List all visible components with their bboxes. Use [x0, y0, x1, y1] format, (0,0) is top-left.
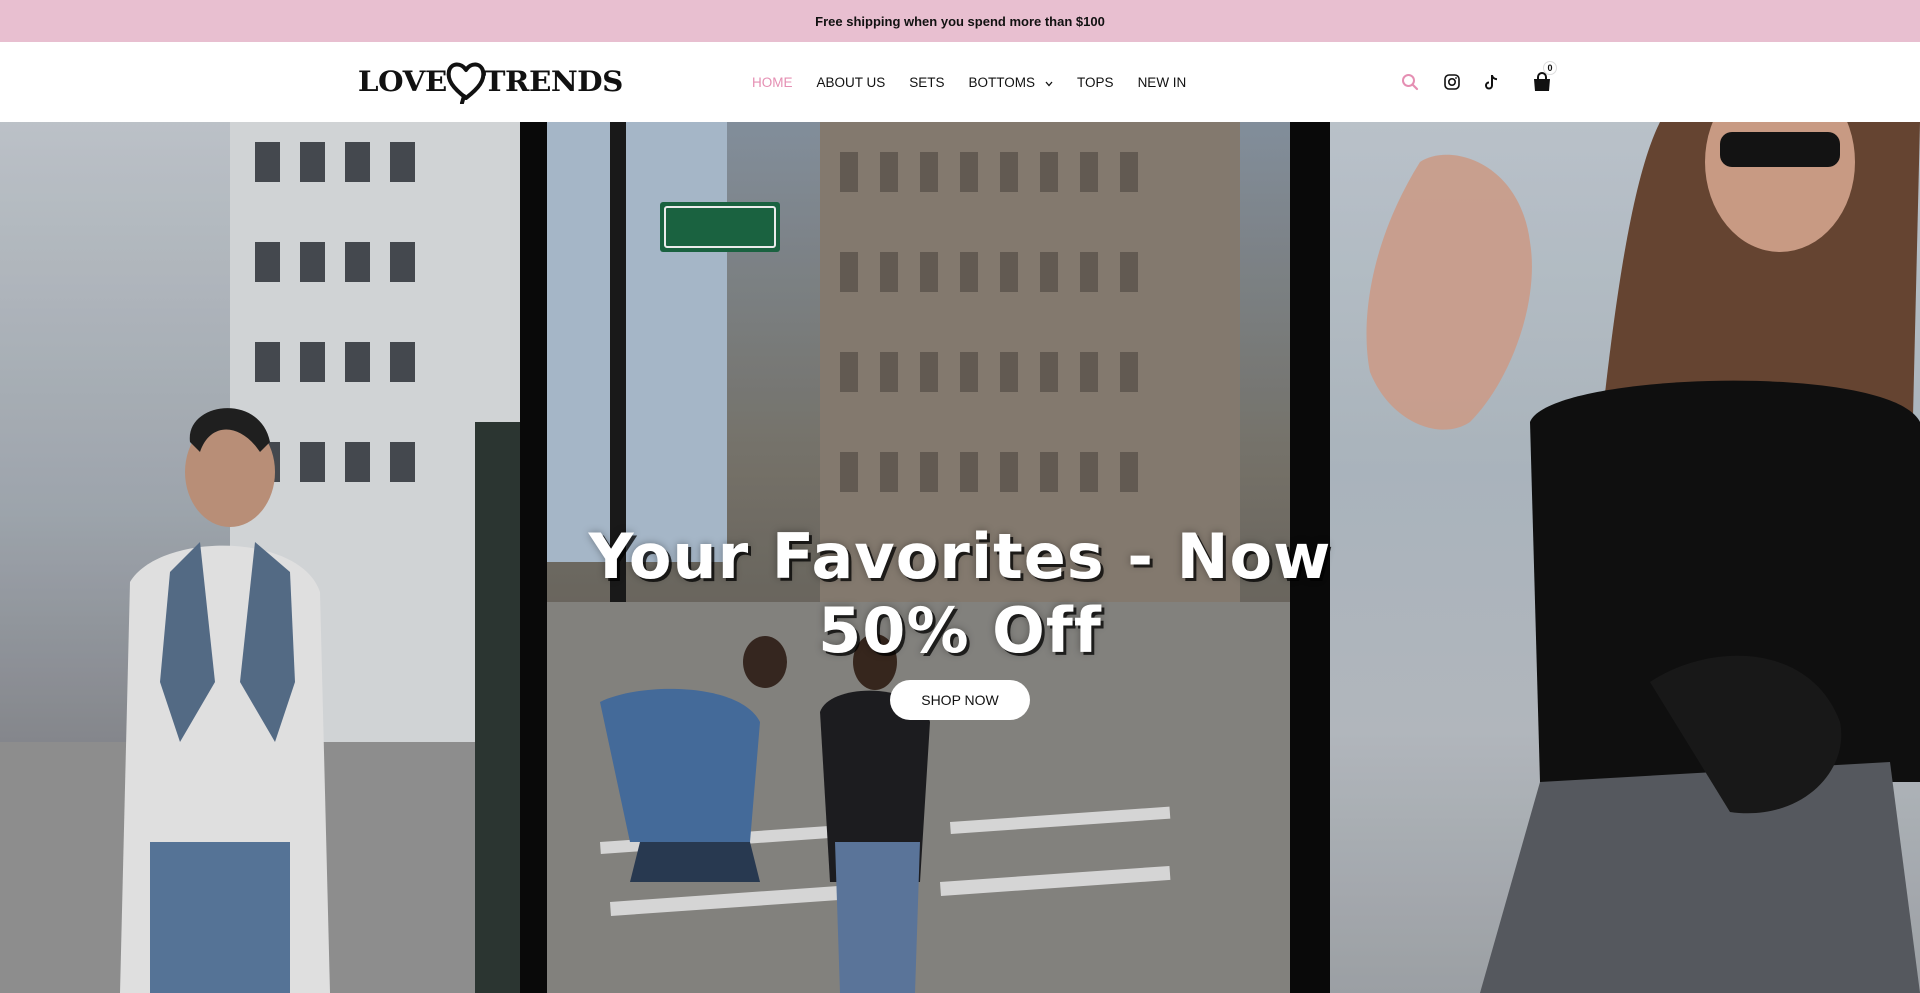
nav-item-label: TOPS: [1077, 74, 1114, 90]
nav-item-new-in[interactable]: NEW IN: [1138, 75, 1187, 90]
nav-item-home[interactable]: HOME: [752, 75, 793, 90]
heart-logo-icon: [446, 62, 486, 104]
nav-item-label: SETS: [909, 74, 945, 90]
search-icon[interactable]: [1398, 70, 1422, 94]
nav-item-bottoms[interactable]: BOTTOMS: [969, 75, 1054, 90]
nav-item-label: ABOUT US: [816, 74, 886, 90]
instagram-icon[interactable]: [1440, 70, 1464, 94]
main-nav: HOME ABOUT US SETS BOTTOMS TOPS NEW IN: [752, 42, 1210, 122]
shop-now-button[interactable]: SHOP NOW: [890, 680, 1030, 720]
logo-word-right: TRENDS: [483, 64, 623, 98]
cart-count-badge: 0: [1543, 61, 1557, 75]
tiktok-icon[interactable]: [1479, 70, 1503, 94]
nav-item-label: NEW IN: [1137, 74, 1187, 90]
nav-item-label: BOTTOMS: [968, 74, 1036, 90]
chevron-down-icon: [1045, 75, 1053, 90]
site-header: LOVE TRENDS HOME ABOUT US SETS BOTTOMS T…: [0, 42, 1920, 122]
nav-item-about-us[interactable]: ABOUT US: [817, 75, 886, 90]
nav-item-tops[interactable]: TOPS: [1077, 75, 1114, 90]
hero-banner: Your Favorites - Now 50% Off SHOP NOW: [0, 122, 1920, 993]
hero-headline-line1: Your Favorites - Now: [588, 520, 1332, 593]
nav-item-label: HOME: [752, 74, 793, 90]
announcement-text: Free shipping when you spend more than $…: [815, 13, 1105, 29]
announcement-bar: Free shipping when you spend more than $…: [0, 0, 1920, 42]
hero-headline-line2: 50% Off: [818, 594, 1102, 667]
nav-item-sets[interactable]: SETS: [909, 75, 944, 90]
brand-logo[interactable]: LOVE TRENDS: [357, 58, 623, 104]
logo-word-left: LOVE: [357, 64, 447, 98]
hero-headline: Your Favorites - Now 50% Off: [460, 520, 1460, 668]
